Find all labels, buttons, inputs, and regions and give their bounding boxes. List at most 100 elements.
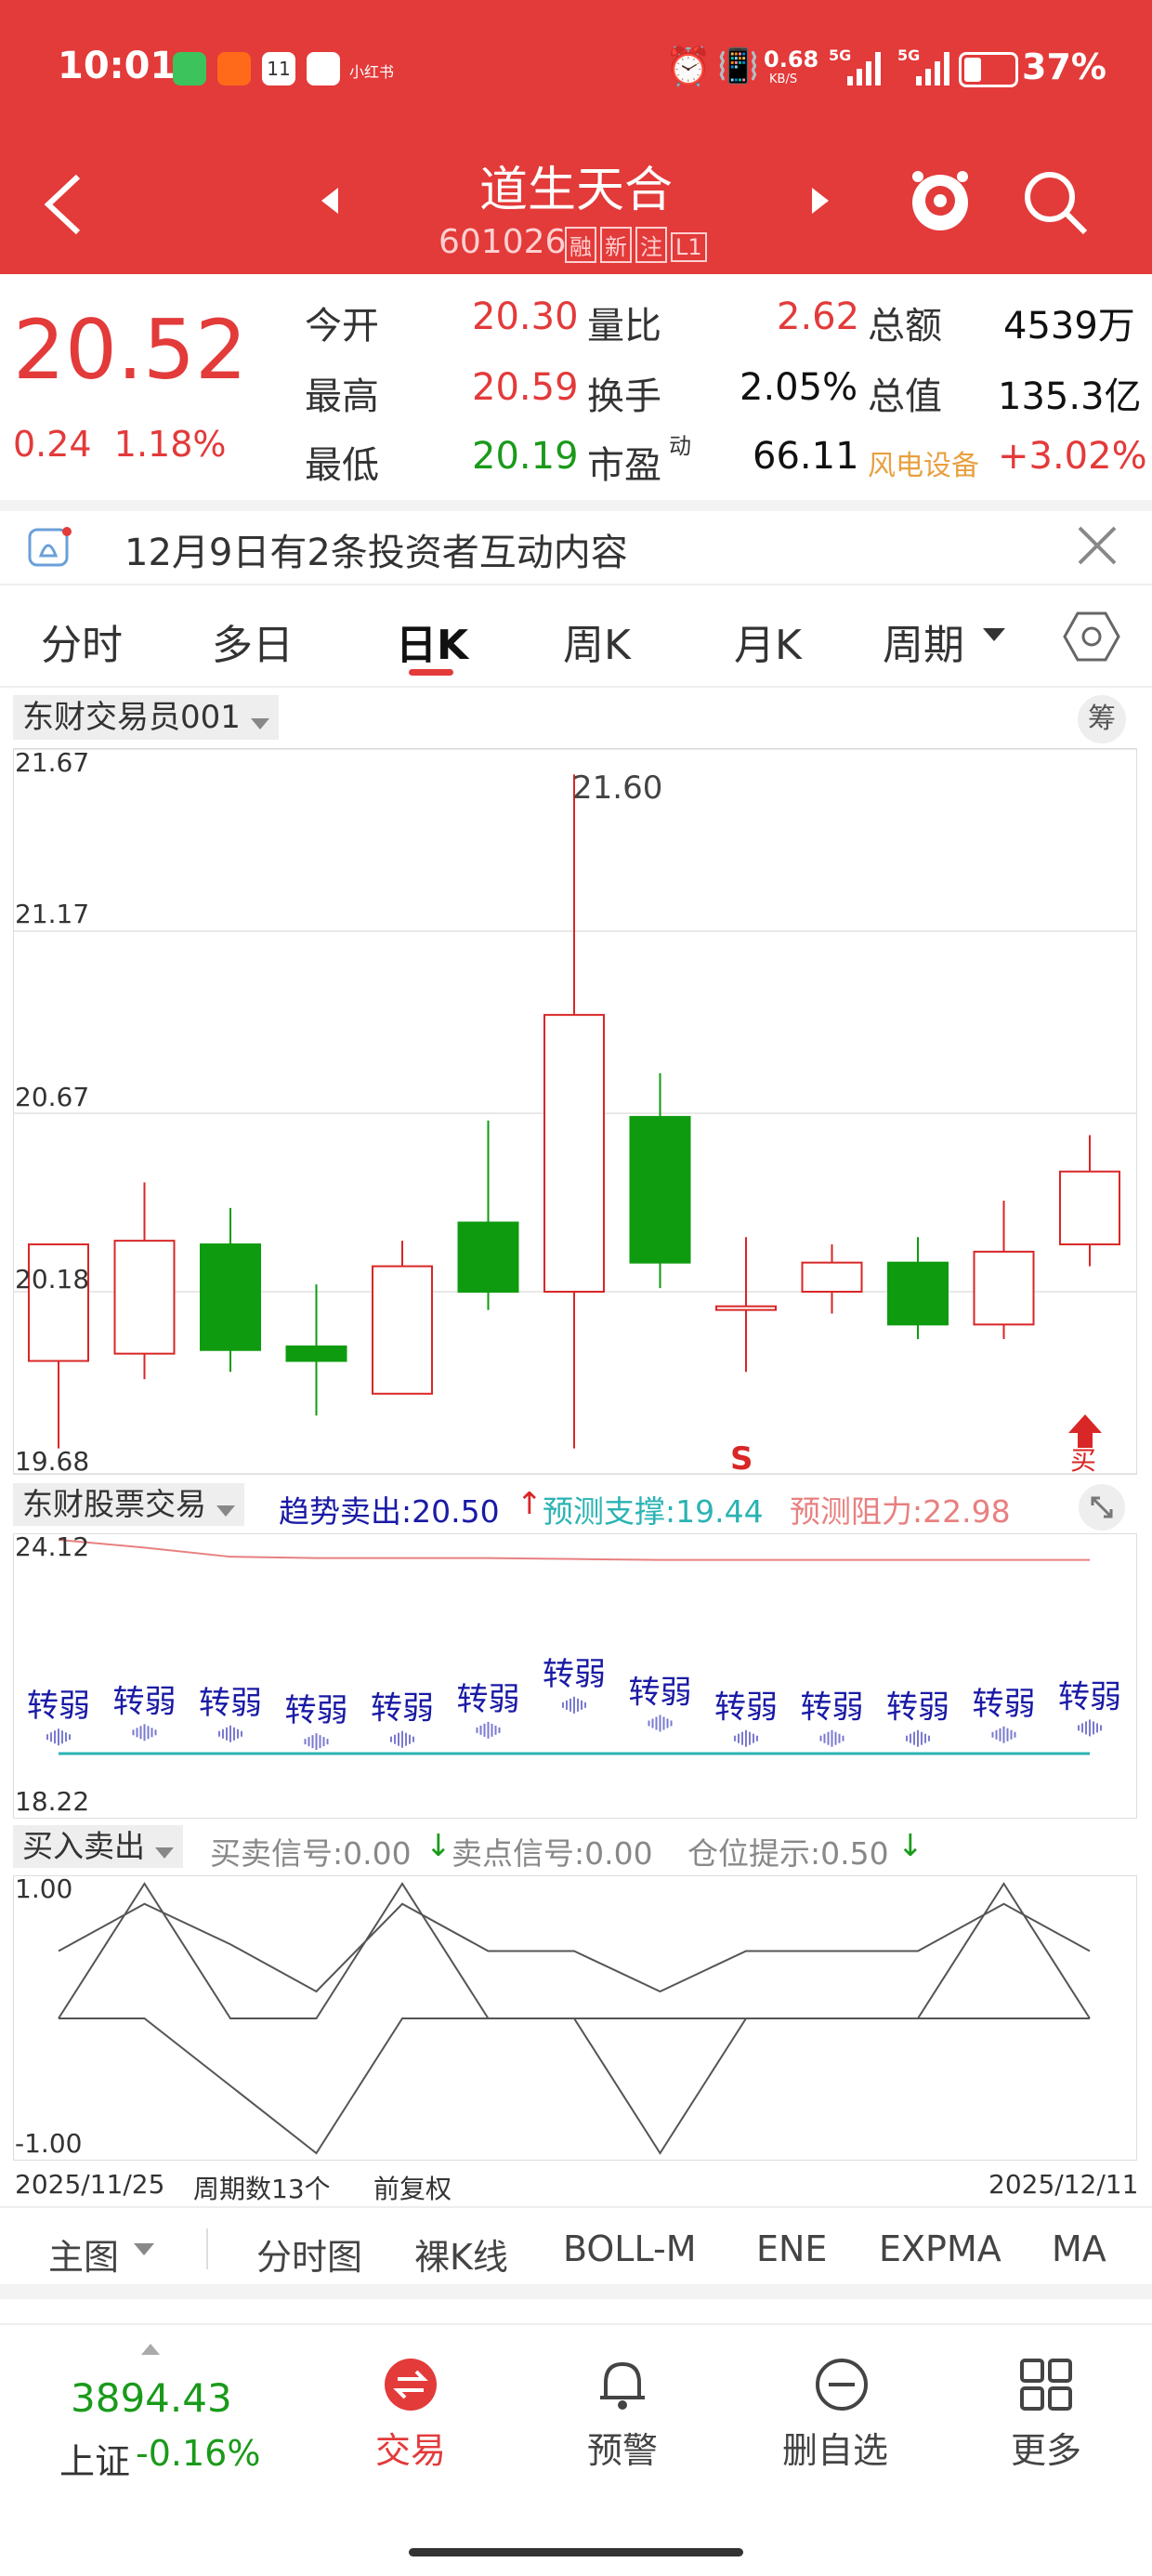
caret-left-icon xyxy=(321,188,338,214)
status-app-tag: 小红书 xyxy=(349,63,395,81)
settings-hexagon-icon[interactable] xyxy=(1063,608,1120,665)
nav-trade[interactable]: 交易 xyxy=(355,2357,466,2477)
candle-body xyxy=(457,1221,519,1294)
sector-change: +3.02% xyxy=(998,435,1147,478)
index-change: -0.16% xyxy=(136,2433,261,2474)
back-arrow-icon xyxy=(44,174,81,235)
signal-text: 转弱 xyxy=(801,1689,864,1727)
sell-signal-marker: S xyxy=(730,1440,753,1478)
main-chart-dropdown[interactable]: 主图 xyxy=(48,2228,119,2280)
home-indicator[interactable] xyxy=(409,2548,743,2556)
tab-daily-k[interactable]: 日K xyxy=(396,611,468,671)
index-value[interactable]: 3894.43 xyxy=(71,2375,232,2421)
bell-icon xyxy=(600,2361,645,2410)
pe-sup: 动 xyxy=(669,433,691,459)
notice-text: 12月9日有2条投资者互动内容 xyxy=(124,532,628,574)
x-axis-end-date: 2025/12/11 xyxy=(988,2169,1139,2200)
bs-chart[interactable] xyxy=(13,1875,1137,2161)
back-button[interactable] xyxy=(37,167,93,242)
nav-remove-watchlist[interactable]: 删自选 xyxy=(777,2357,907,2477)
trend-axis-min: 18.22 xyxy=(15,1786,90,1817)
trend-indicator-label: 东财股票交易 xyxy=(22,1486,206,1522)
nav-more[interactable]: 更多 xyxy=(990,2357,1102,2477)
candle-body xyxy=(200,1243,261,1351)
close-icon[interactable] xyxy=(1076,524,1119,567)
search-icon xyxy=(1025,172,1088,235)
nav-remove-label: 删自选 xyxy=(782,2430,889,2471)
high-value: 20.59 xyxy=(472,366,579,409)
volume-ratio-label: 量比 xyxy=(587,305,661,348)
mascot-button[interactable] xyxy=(907,164,974,238)
grid-icon xyxy=(1020,2359,1072,2411)
active-tab-indicator xyxy=(409,669,453,676)
expand-up-icon[interactable] xyxy=(141,2344,160,2355)
battery-icon xyxy=(959,52,1018,87)
high-label: 最高 xyxy=(305,375,379,418)
indicator-selector-main[interactable]: 东财交易员001 xyxy=(13,695,279,740)
turnover-rate-label: 换手 xyxy=(587,375,661,418)
candlestick-svg xyxy=(14,748,1136,1475)
open-value: 20.30 xyxy=(472,296,579,338)
signal-icon-1 xyxy=(847,52,888,85)
indicator-selector-trend[interactable]: 东财股票交易 xyxy=(13,1483,245,1526)
tab-period-dropdown[interactable]: 周期 xyxy=(883,611,964,671)
candle-body xyxy=(973,1250,1035,1326)
search-button[interactable] xyxy=(1020,167,1091,238)
tab-intraday[interactable]: 分时 xyxy=(41,611,123,671)
price-change: 0.24 1.18% xyxy=(13,424,227,465)
sector-label[interactable]: 风电设备 xyxy=(868,442,979,483)
chevron-down-icon xyxy=(983,628,1005,641)
trend-svg: 转弱 转弱 转弱 转弱 转弱 转弱转弱 转弱 转弱 转弱 转弱 转弱 转弱 xyxy=(27,1539,1121,1755)
indicator-naked-k[interactable]: 裸K线 xyxy=(414,2228,508,2280)
market-cap-label: 总值 xyxy=(868,375,942,418)
signal-text: 转弱 xyxy=(371,1690,434,1728)
signal-text: 转弱 xyxy=(973,1686,1036,1723)
trend-chart[interactable]: 转弱 转弱 转弱 转弱 转弱 转弱 转弱 转弱 转弱 转弱 转弱 转弱 转弱 xyxy=(13,1533,1137,1819)
position-hint-text: 仓位提示:0.50 xyxy=(687,1835,889,1872)
indicator-label: 东财交易员001 xyxy=(22,699,241,736)
signal-text: 转弱 xyxy=(1058,1678,1121,1715)
tag-registered: 注 xyxy=(635,227,667,263)
nav-alert-label: 预警 xyxy=(587,2430,659,2471)
divider xyxy=(0,686,1152,688)
indicator-boll[interactable]: BOLL-M xyxy=(563,2228,696,2269)
signal-text: 转弱 xyxy=(886,1689,949,1727)
tab-multi-day[interactable]: 多日 xyxy=(212,611,294,671)
expand-icon[interactable] xyxy=(1078,1483,1126,1531)
next-stock-button[interactable] xyxy=(806,182,834,219)
indicator-ma[interactable]: MA xyxy=(1052,2228,1106,2269)
net-speed-unit: KB/S xyxy=(769,72,798,86)
signal-text: 转弱 xyxy=(27,1688,90,1725)
prev-stock-button[interactable] xyxy=(316,182,344,219)
volume-ratio-value: 2.62 xyxy=(777,296,860,338)
pe-label: 市盈 xyxy=(587,444,661,487)
nav-trade-label: 交易 xyxy=(375,2430,447,2471)
tab-weekly-k[interactable]: 周K xyxy=(563,611,631,671)
chip-button[interactable]: 筹 xyxy=(1078,695,1126,743)
index-name[interactable]: 上证 xyxy=(59,2433,130,2484)
arrow-down-icon: ↓ xyxy=(425,1827,452,1863)
divider xyxy=(0,2284,1152,2299)
price-axis-label: 20.67 xyxy=(15,1082,90,1112)
change-value: 0.24 xyxy=(13,424,92,465)
candle-body xyxy=(372,1265,433,1395)
bell-notice-icon xyxy=(28,527,72,567)
nav-alert[interactable]: 预警 xyxy=(567,2357,678,2477)
notice-bar[interactable]: 12月9日有2条投资者互动内容 xyxy=(0,511,1152,584)
support-text: 预测支撑:19.44 xyxy=(543,1493,764,1530)
indicator-ene[interactable]: ENE xyxy=(756,2228,827,2269)
indicator-intraday[interactable]: 分时图 xyxy=(256,2228,362,2280)
price-axis-label: 21.67 xyxy=(15,747,90,778)
candle-body xyxy=(801,1261,863,1294)
minus-circle-icon xyxy=(816,2359,868,2411)
candlestick-chart[interactable] xyxy=(13,748,1137,1475)
indicator-expma[interactable]: EXPMA xyxy=(879,2228,1001,2269)
adjust-mode[interactable]: 前复权 xyxy=(373,2169,452,2206)
stock-code: 601026 xyxy=(439,223,567,261)
turnover-amount-value: 4539万 xyxy=(1003,305,1135,348)
change-percent: 1.18% xyxy=(113,424,227,465)
trend-line xyxy=(58,1539,1090,1561)
indicator-selector-bs[interactable]: 买入卖出 xyxy=(13,1825,184,1868)
tab-monthly-k[interactable]: 月K xyxy=(734,611,802,671)
chevron-down-icon xyxy=(155,1847,175,1859)
